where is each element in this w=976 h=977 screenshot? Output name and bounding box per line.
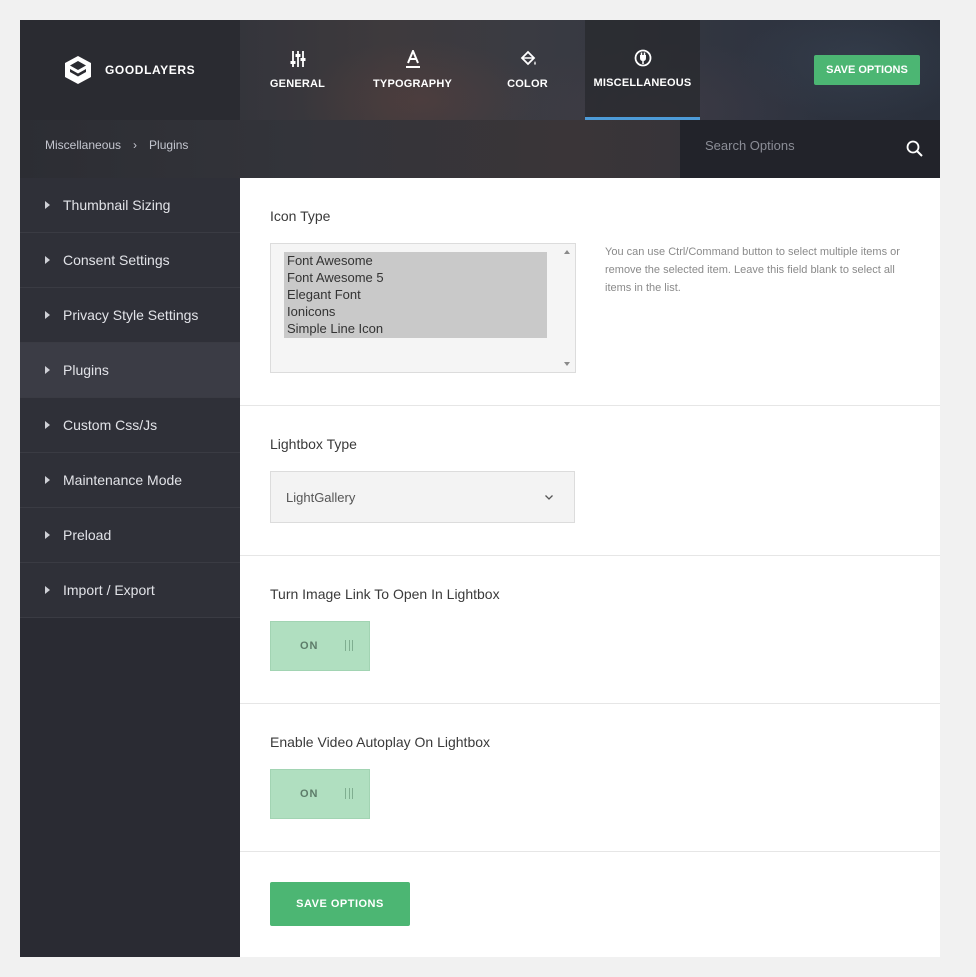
sliders-icon — [290, 51, 305, 67]
tab-typography-label: TYPOGRAPHY — [372, 78, 452, 90]
sidebar-item-consent-settings[interactable]: Consent Settings — [20, 233, 240, 288]
breadcrumb-parent[interactable]: Miscellaneous — [45, 138, 121, 152]
sidebar-item-label: Consent Settings — [63, 252, 170, 268]
sidebar-item-label: Import / Export — [63, 582, 155, 598]
icon-type-option[interactable]: Font Awesome 5 — [284, 269, 547, 286]
lightbox-type-value: LightGallery — [286, 490, 356, 505]
scroll-down-arrow-icon[interactable] — [564, 362, 570, 366]
tab-color-label: COLOR — [507, 78, 548, 90]
caret-right-icon — [45, 201, 50, 209]
icon-type-option[interactable]: Simple Line Icon — [284, 320, 547, 337]
sidebar-item-plugins[interactable]: Plugins — [20, 343, 240, 398]
tab-color[interactable]: COLOR — [470, 20, 585, 120]
sidebar-item-label: Custom Css/Js — [63, 417, 158, 433]
breadcrumb-current: Plugins — [149, 138, 189, 152]
lightbox-type-title: Lightbox Type — [270, 436, 357, 452]
caret-right-icon — [45, 366, 50, 374]
sidebar-item-maintenance-mode[interactable]: Maintenance Mode — [20, 453, 240, 508]
toggle-state-label: ON — [300, 640, 319, 652]
sidebar-item-label: Preload — [63, 527, 112, 543]
tab-typography[interactable]: TYPOGRAPHY — [355, 20, 470, 120]
sidebar-item-custom-css-js[interactable]: Custom Css/Js — [20, 398, 240, 453]
sidebar-item-privacy-style-settings[interactable]: Privacy Style Settings — [20, 288, 240, 343]
tab-miscellaneous-label: MISCELLANEOUS — [593, 76, 692, 89]
save-options-button-top[interactable]: SAVE OPTIONS — [814, 55, 920, 85]
icon-type-options: Font Awesome Font Awesome 5 Elegant Font… — [284, 252, 547, 338]
sidebar-item-label: Thumbnail Sizing — [63, 197, 171, 213]
sidebar-item-label: Maintenance Mode — [63, 472, 183, 488]
image-link-lightbox-toggle[interactable]: ON — [270, 621, 370, 671]
brand-name: GOODLAYERS — [105, 63, 196, 77]
lightbox-type-select[interactable]: LightGallery — [270, 471, 575, 523]
video-autoplay-toggle[interactable]: ON — [270, 769, 370, 819]
video-autoplay-title: Enable Video Autoplay On Lightbox — [270, 734, 491, 750]
image-link-lightbox-section: Turn Image Link To Open In Lightbox ON — [240, 556, 940, 704]
top-header: GOODLAYERS GENERAL TYPOGRAPHY COLOR MISC… — [20, 20, 940, 198]
sidebar: Thumbnail Sizing Consent Settings Privac… — [20, 178, 240, 957]
sidebar-item-thumbnail-sizing[interactable]: Thumbnail Sizing — [20, 178, 240, 233]
caret-right-icon — [45, 586, 50, 594]
icon-type-help-text: You can use Ctrl/Command button to selec… — [605, 246, 900, 294]
tab-general-label: GENERAL — [269, 78, 326, 90]
options-panel: GOODLAYERS GENERAL TYPOGRAPHY COLOR MISC… — [20, 20, 940, 957]
tab-miscellaneous[interactable]: MISCELLANEOUS — [585, 20, 700, 120]
toggle-grip-icon — [345, 640, 353, 651]
icon-type-title: Icon Type — [270, 208, 331, 224]
chevron-down-icon — [545, 495, 553, 500]
sidebar-item-import-export[interactable]: Import / Export — [20, 563, 240, 618]
toggle-state-label: ON — [300, 788, 319, 800]
search-icon[interactable] — [906, 140, 924, 158]
caret-right-icon — [45, 421, 50, 429]
icon-type-option[interactable]: Font Awesome — [284, 252, 547, 269]
sidebar-item-preload[interactable]: Preload — [20, 508, 240, 563]
sidebar-item-label: Privacy Style Settings — [63, 307, 199, 323]
caret-right-icon — [45, 476, 50, 484]
caret-right-icon — [45, 256, 50, 264]
icon-type-option[interactable]: Ionicons — [284, 303, 547, 320]
save-options-button-bottom[interactable]: SAVE OPTIONS — [270, 882, 410, 926]
search-box — [680, 120, 940, 178]
caret-right-icon — [45, 531, 50, 539]
plug-icon — [634, 49, 651, 66]
paint-bucket-icon — [520, 50, 536, 66]
goodlayers-logo-icon — [65, 56, 91, 84]
icon-type-multiselect[interactable]: Font Awesome Font Awesome 5 Elegant Font… — [270, 243, 576, 373]
breadcrumb-separator: › — [133, 138, 138, 152]
typography-icon — [405, 50, 420, 68]
main-content: Icon Type Font Awesome Font Awesome 5 El… — [240, 178, 940, 957]
icon-type-section: Icon Type Font Awesome Font Awesome 5 El… — [240, 178, 940, 406]
search-input[interactable] — [705, 138, 905, 153]
toggle-grip-icon — [345, 788, 353, 799]
image-link-lightbox-title: Turn Image Link To Open In Lightbox — [270, 586, 500, 602]
tab-general[interactable]: GENERAL — [240, 20, 355, 120]
breadcrumb-bar: Miscellaneous › Plugins — [20, 120, 940, 178]
lightbox-type-section: Lightbox Type LightGallery — [240, 406, 940, 556]
breadcrumb: Miscellaneous › Plugins — [45, 138, 188, 152]
caret-right-icon — [45, 311, 50, 319]
video-autoplay-section: Enable Video Autoplay On Lightbox ON — [240, 704, 940, 852]
brand-logo: GOODLAYERS — [20, 20, 240, 120]
icon-type-option[interactable]: Elegant Font — [284, 286, 547, 303]
scroll-up-arrow-icon[interactable] — [564, 250, 570, 254]
sidebar-item-label: Plugins — [63, 362, 109, 378]
